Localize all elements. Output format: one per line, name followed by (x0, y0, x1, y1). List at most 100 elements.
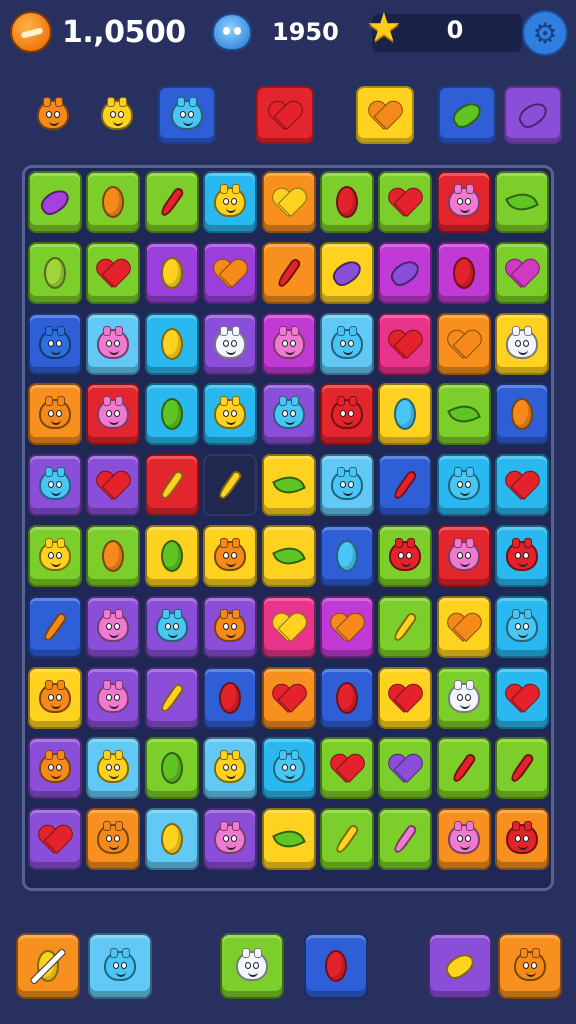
board-tile[interactable] (203, 808, 258, 871)
board-tile[interactable] (436, 171, 491, 233)
board-tile[interactable] (436, 808, 491, 871)
board-tile[interactable] (261, 171, 316, 233)
board-tile[interactable] (144, 808, 199, 871)
board-tile[interactable] (144, 383, 199, 446)
board-tile[interactable] (261, 383, 316, 446)
board-tile[interactable] (495, 525, 550, 587)
board-tile[interactable] (86, 737, 141, 800)
board-tile[interactable] (378, 383, 433, 446)
board-tile[interactable] (436, 595, 491, 658)
board-tile[interactable] (378, 808, 433, 871)
board-tile[interactable] (261, 595, 316, 658)
board-tile[interactable] (144, 312, 199, 375)
board-tile[interactable] (144, 454, 199, 517)
board-tile[interactable] (28, 525, 82, 587)
board-tile[interactable] (28, 737, 82, 800)
board-tile[interactable] (261, 454, 316, 517)
board-tile[interactable] (203, 171, 258, 233)
board-tile[interactable] (28, 241, 82, 304)
board-tile[interactable] (495, 666, 550, 729)
board-tile[interactable] (203, 595, 258, 658)
board-tile[interactable] (495, 595, 550, 658)
board-tile[interactable] (144, 525, 199, 587)
board-tile[interactable] (86, 525, 141, 587)
board-tile[interactable] (320, 737, 374, 800)
board-tile[interactable] (495, 171, 550, 233)
board-tile[interactable] (261, 737, 316, 800)
board-tile[interactable] (203, 525, 258, 587)
board-tile[interactable] (378, 312, 433, 375)
board-tile[interactable] (203, 383, 258, 446)
board-tile[interactable] (320, 595, 374, 658)
board-tile[interactable] (495, 241, 550, 304)
board-tile[interactable] (378, 595, 433, 658)
board-tile[interactable] (86, 383, 141, 446)
board-tile[interactable] (320, 808, 374, 871)
board-tile[interactable] (495, 808, 550, 871)
board-tile[interactable] (320, 454, 374, 517)
board-tile[interactable] (320, 525, 374, 587)
board-tile[interactable] (320, 241, 374, 304)
green-leaf-icon (271, 824, 306, 855)
board-tile[interactable] (144, 171, 199, 233)
board-tile[interactable] (495, 383, 550, 446)
board-tile[interactable] (28, 666, 82, 729)
white-monster-boost-button[interactable] (220, 933, 284, 999)
board-tile[interactable] (378, 666, 433, 729)
board-tile[interactable] (203, 241, 258, 304)
board-tile[interactable] (436, 666, 491, 729)
board-tile[interactable] (144, 595, 199, 658)
board-tile[interactable] (28, 383, 82, 446)
banana-boost-button[interactable] (428, 933, 492, 999)
board-tile[interactable] (378, 737, 433, 800)
settings-button[interactable]: ⚙ (522, 10, 568, 56)
board-tile[interactable] (261, 241, 316, 304)
board-tile[interactable] (261, 312, 316, 375)
board-tile[interactable] (436, 525, 491, 587)
board-tile[interactable] (86, 312, 141, 375)
board-tile[interactable] (86, 808, 141, 871)
board-tile[interactable] (436, 454, 491, 517)
red-bomb-boost-button[interactable] (304, 933, 368, 999)
board-tile[interactable] (86, 241, 141, 304)
board-tile[interactable] (203, 666, 258, 729)
board-tile[interactable] (378, 525, 433, 587)
board-tile[interactable] (28, 595, 82, 658)
board-tile[interactable] (28, 171, 82, 233)
board-tile[interactable] (320, 383, 374, 446)
board-tile[interactable] (495, 312, 550, 375)
board-tile[interactable] (378, 171, 433, 233)
board-tile[interactable] (261, 808, 316, 871)
board-tile[interactable] (203, 737, 258, 800)
board-tile[interactable] (320, 171, 374, 233)
board-tile[interactable] (28, 312, 82, 375)
board-tile[interactable] (320, 312, 374, 375)
board-tile[interactable] (495, 737, 550, 800)
board-tile[interactable] (144, 666, 199, 729)
board-tile[interactable] (144, 737, 199, 800)
board-tile[interactable] (378, 241, 433, 304)
board-tile[interactable] (436, 312, 491, 375)
red-heart-icon (274, 683, 304, 713)
board-tile[interactable] (28, 454, 82, 517)
board-tile[interactable] (320, 666, 374, 729)
board-tile[interactable] (436, 383, 491, 446)
board-tile[interactable] (436, 737, 491, 800)
board-tile[interactable] (86, 666, 141, 729)
board-tile[interactable] (86, 171, 141, 233)
board-tile[interactable] (203, 312, 258, 375)
blue-monster-boost-button[interactable] (88, 933, 152, 999)
board-tile[interactable] (28, 808, 82, 871)
board-tile[interactable] (261, 525, 316, 587)
orange-monster-boost-button[interactable] (498, 933, 562, 999)
board-tile[interactable] (144, 241, 199, 304)
board-tile[interactable] (86, 454, 141, 517)
board-tile[interactable] (495, 454, 550, 517)
crossed-orange-boost-button[interactable] (16, 933, 80, 999)
board-tile[interactable] (436, 241, 491, 304)
board-tile[interactable] (378, 454, 433, 517)
board-tile[interactable] (203, 454, 258, 517)
game-board[interactable] (22, 165, 554, 891)
board-tile[interactable] (261, 666, 316, 729)
board-tile[interactable] (86, 595, 141, 658)
